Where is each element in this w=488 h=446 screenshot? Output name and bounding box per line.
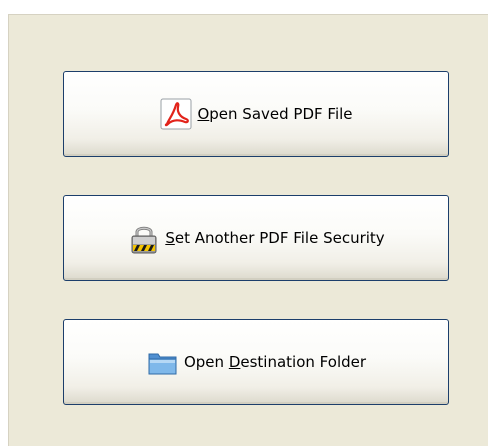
open-saved-pdf-label: Open Saved PDF File xyxy=(197,105,353,123)
set-pdf-security-label: Set Another PDF File Security xyxy=(165,229,385,247)
pdf-icon xyxy=(159,97,193,131)
open-destination-folder-label: Open Destination Folder xyxy=(183,353,367,371)
lock-icon xyxy=(127,221,161,255)
open-destination-folder-button[interactable]: Open Destination Folder xyxy=(63,319,449,405)
set-pdf-security-button[interactable]: Set Another PDF File Security xyxy=(63,195,449,281)
open-saved-pdf-button[interactable]: Open Saved PDF File xyxy=(63,71,449,157)
actions-panel: Open Saved PDF File Set Another PDF File… xyxy=(8,14,488,446)
folder-icon xyxy=(146,345,180,379)
